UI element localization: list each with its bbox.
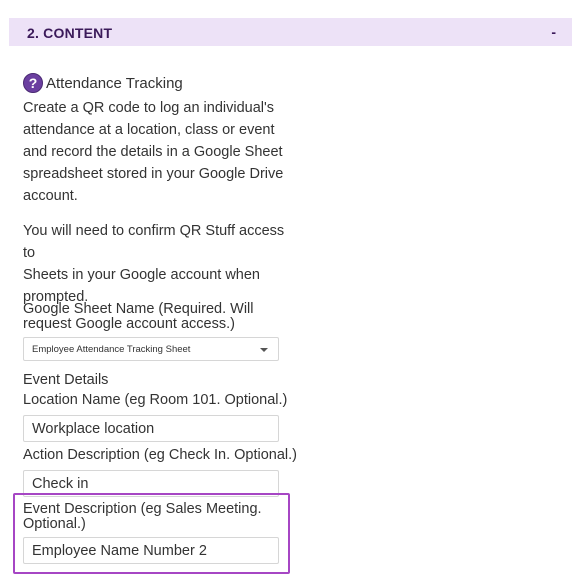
tool-title-row: ? Attendance Tracking [23, 71, 183, 95]
sheet-name-label-line: request Google account access.) [23, 316, 235, 332]
sheet-name-label-line: Google Sheet Name (Required. Will [23, 301, 254, 317]
chevron-down-icon [260, 348, 268, 352]
event-description-label-line: Optional.) [23, 516, 86, 532]
event-details-heading: Event Details [23, 372, 109, 388]
location-name-label: Location Name (eg Room 101. Optional.) [23, 392, 288, 408]
action-description-label: Action Description (eg Check In. Optiona… [23, 447, 298, 463]
event-description-label-line: Event Description (eg Sales Meeting. [23, 501, 262, 517]
location-name-input[interactable] [23, 415, 279, 442]
event-description-label: Event Description (eg Sales Meeting. Opt… [23, 502, 262, 532]
description-line: attendance at a location, class or event [23, 122, 275, 138]
content-panel: 2. CONTENT - ? Attendance Tracking Creat… [0, 0, 580, 583]
sheet-name-selected-value: Employee Attendance Tracking Sheet [32, 344, 191, 355]
description-line: and record the details in a Google Sheet [23, 144, 283, 160]
sheet-name-select[interactable]: Employee Attendance Tracking Sheet [23, 337, 279, 361]
notice-line: Sheets in your Google account when [23, 267, 260, 283]
description-line: Create a QR code to log an individual's [23, 100, 275, 116]
event-description-input[interactable] [23, 537, 279, 564]
collapse-toggle[interactable]: - [551, 24, 556, 40]
notice-line: You will need to confirm QR Stuff access… [23, 223, 285, 261]
description-line: account. [23, 188, 78, 204]
section-title: 2. CONTENT [27, 25, 113, 41]
access-notice: You will need to confirm QR Stuff access… [23, 220, 285, 308]
section-header[interactable]: 2. CONTENT - [9, 18, 572, 46]
tool-description: Create a QR code to log an individual's … [23, 97, 285, 207]
description-line: spreadsheet stored in your Google Drive [23, 166, 284, 182]
sheet-name-label: Google Sheet Name (Required. Will reques… [23, 302, 254, 332]
tool-title: Attendance Tracking [46, 74, 183, 92]
question-circle-icon[interactable]: ? [23, 73, 43, 93]
